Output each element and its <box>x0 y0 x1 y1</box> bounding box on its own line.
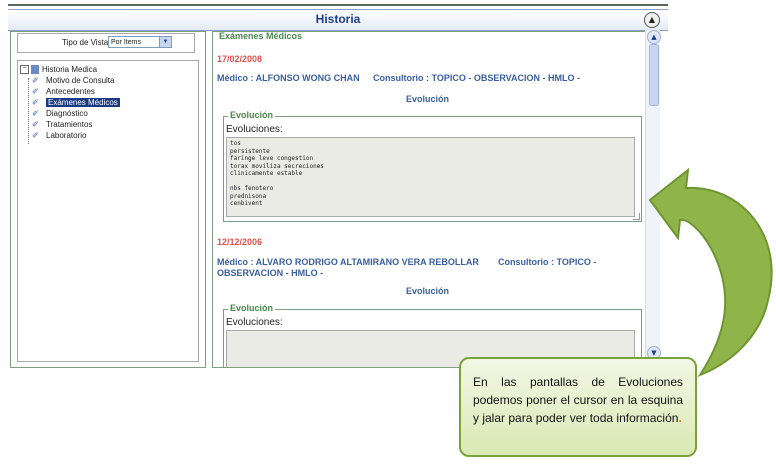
evolution-heading: Evolución <box>406 94 450 104</box>
evolution-box: Evolución Evoluciones: tos persistente f… <box>223 110 642 222</box>
tree-item-label: Diagnóstico <box>46 109 88 118</box>
section-title: Exámenes Médicos <box>217 31 305 41</box>
callout-text: En las pantallas de Evoluciones podemos … <box>473 375 683 425</box>
pencil-icon: ✐ <box>32 76 39 85</box>
tree-item-motivo[interactable]: ✐ Motivo de Consulta <box>32 75 114 86</box>
tree-panel: − Historia Medica ✐ Motivo de Consulta ✐ An… <box>17 60 199 362</box>
pencil-icon: ✐ <box>32 120 39 129</box>
record-doctor: Médico : ALFONSO WONG CHAN <box>217 73 360 83</box>
evolution-box-legend: Evolución <box>228 303 276 313</box>
vertical-scrollbar[interactable]: ▲ ▼ <box>645 30 661 360</box>
left-panel: Tipo de Vista: Por Items ▼ − Historia Med… <box>10 31 206 368</box>
evolution-box-legend: Evolución <box>228 110 276 120</box>
tree-item-label: Laboratorio <box>46 131 87 140</box>
view-type-select[interactable]: Por Items ▼ <box>108 36 172 48</box>
record-consultorio: Consultorio : TOPICO - OBSERVACION - HML… <box>373 73 580 83</box>
record-consultorio: Consultorio : TOPICO - <box>498 257 597 267</box>
evolution-heading: Evolución <box>406 286 450 296</box>
tree-root[interactable]: − Historia Medica <box>20 64 97 75</box>
evolution-label: Evoluciones: <box>226 317 283 328</box>
tree-item-label-selected: Exámenes Médicos <box>46 98 120 107</box>
book-icon <box>31 65 39 75</box>
callout-text-block: En las pantallas de Evoluciones podemos … <box>473 373 683 427</box>
callout-note: En las pantallas de Evoluciones podemos … <box>459 357 697 457</box>
record-doctor: Médico : ALVARO RODRIGO ALTAMIRANO VERA … <box>217 257 479 267</box>
tree-item-antecedentes[interactable]: ✐ Antecedentes <box>32 86 95 97</box>
view-type-value: Por Items <box>111 39 141 46</box>
window-title: Historia <box>315 12 361 26</box>
resize-grip-icon[interactable] <box>633 213 640 220</box>
tree-item-label: Tratamientos <box>46 120 93 129</box>
tree-item-tratamientos[interactable]: ✐ Tratamientos <box>32 119 92 130</box>
tree-item-label: Antecedentes <box>46 87 95 96</box>
chevron-down-icon[interactable]: ▼ <box>159 37 171 47</box>
window-titlebar: Historia ▲ <box>8 9 668 31</box>
pencil-icon: ✐ <box>32 109 39 118</box>
view-type-label: Tipo de Vista: <box>62 38 111 47</box>
record-date: 12/12/2006 <box>217 237 263 247</box>
tree-root-label: Historia Medica <box>42 65 98 74</box>
scroll-up-icon[interactable]: ▲ <box>647 30 661 44</box>
collapse-icon[interactable]: ▲ <box>644 12 660 28</box>
tree-connector <box>28 78 29 144</box>
evolution-notes-textarea[interactable]: tos persistente faringe leve congestion … <box>226 137 635 217</box>
collapse-tree-icon[interactable]: − <box>20 65 29 75</box>
callout-dot: . <box>678 411 682 425</box>
pencil-icon: ✐ <box>32 87 39 96</box>
tree-item-laboratorio[interactable]: ✐ Laboratorio <box>32 130 86 141</box>
top-border <box>8 4 668 6</box>
pencil-icon: ✐ <box>32 98 39 107</box>
record-consultorio-continued: OBSERVACION - HMLO - <box>217 268 324 278</box>
exams-panel: Exámenes Médicos 17/02/2008 Médico : ALF… <box>212 31 656 368</box>
tree-item-label: Motivo de Consulta <box>46 76 115 85</box>
record-date: 17/02/2008 <box>217 54 263 64</box>
pencil-icon: ✐ <box>32 131 39 140</box>
curved-arrow-icon <box>648 167 773 378</box>
tree-item-examenes[interactable]: ✐ Exámenes Médicos <box>32 97 120 108</box>
evolution-label: Evoluciones: <box>226 124 283 135</box>
scrollbar-thumb[interactable] <box>649 44 659 106</box>
view-type-box: Tipo de Vista: Por Items ▼ <box>17 33 195 53</box>
tree-item-diagnostico[interactable]: ✐ Diagnóstico <box>32 108 88 119</box>
